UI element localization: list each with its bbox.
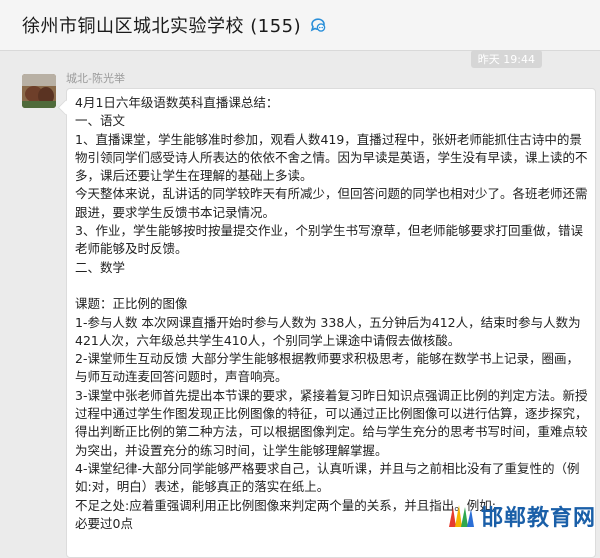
- watermark: 邯郸教育网: [447, 500, 596, 532]
- message-line: 3、作业，学生能够按时按量提交作业，个别学生书写潦草，但老师能够要求打回重做，错…: [75, 223, 583, 257]
- group-chat-icon[interactable]: [309, 16, 327, 34]
- message-line: 二、数学: [75, 259, 126, 275]
- timestamp-badge: 昨天 19:44: [470, 50, 542, 68]
- chat-title[interactable]: 徐州市铜山区城北实验学校 (155): [22, 12, 301, 38]
- message-line: 3-课堂中张老师首先提出本节课的要求，紧接着复习昨日知识点强调正比例的判定方法。…: [75, 387, 588, 458]
- sender-name: 城北-陈光举: [66, 72, 125, 85]
- message-text: 4月1日六年级语数英科直播课总结： 一、语文 1、直播课堂，学生能够准时参加，观…: [75, 94, 591, 533]
- message-line: 2-课堂师生互动反馈 大部分学生能够根据教师要求积极思考，能够在数学书上记录，圈…: [75, 351, 579, 385]
- pencils-logo-icon: [448, 505, 474, 527]
- watermark-text: 邯郸教育网: [480, 506, 596, 531]
- message-line: 1、直播课堂，学生能够准时参加，观看人数419，直播过程中，张妍老师能抓住古诗中…: [75, 131, 588, 184]
- message-line: 课题：正比例的图像: [75, 296, 188, 312]
- message-line: 今天整体来说，乱讲话的同学较昨天有所减少，但回答问题的同学也相对少了。各班老师还…: [75, 186, 588, 220]
- chat-header: 徐州市铜山区城北实验学校 (155): [0, 0, 600, 51]
- avatar[interactable]: [22, 74, 56, 108]
- message-line: 1-参与人数 本次网课直播开始时参与人数为 338人，五分钟后为412人，结束时…: [75, 314, 581, 348]
- message-line: 4-课堂纪律-大部分同学能够严格要求自己，认真听课，并且与之前相比没有了重复性的…: [75, 460, 580, 495]
- avatar-photo-icon: [22, 74, 56, 108]
- message-line: 4月1日六年级语数英科直播课总结：: [75, 95, 279, 110]
- message-line: 一、语文: [75, 113, 126, 129]
